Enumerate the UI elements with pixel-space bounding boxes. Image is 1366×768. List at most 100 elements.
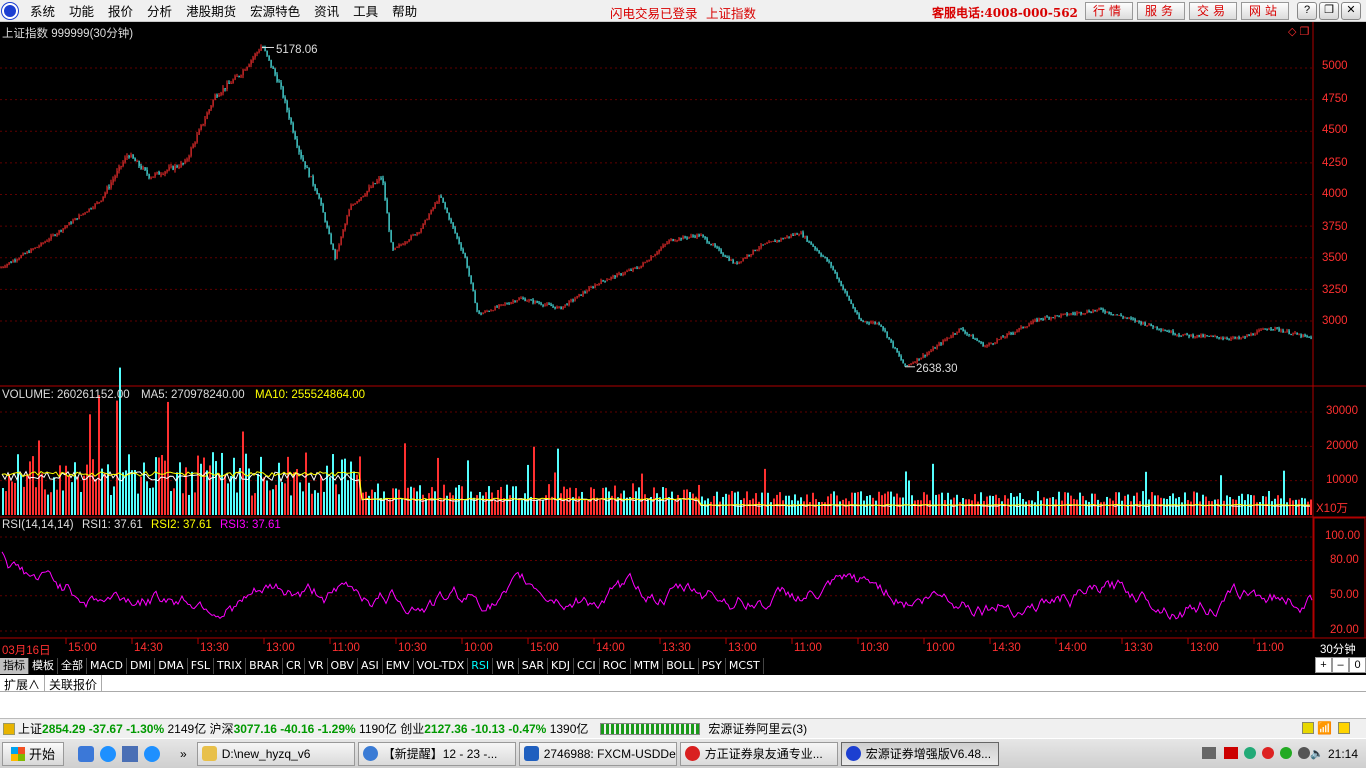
zoom-in-button[interactable]: + xyxy=(1315,657,1332,673)
expand-tab[interactable]: 扩展∧ xyxy=(0,675,46,692)
candle-body xyxy=(1092,310,1094,313)
candle-body xyxy=(1116,314,1118,316)
app-logo-icon[interactable] xyxy=(2,2,18,19)
chart-area[interactable]: 上证指数 999999(30分钟) ◇ ❐ 5178.06 2638.30 50… xyxy=(0,22,1366,660)
tab-trix[interactable]: TRIX xyxy=(213,658,247,674)
menu-quote[interactable]: 报价 xyxy=(108,1,133,20)
chart-tools-icon[interactable]: ◇ ❐ xyxy=(1288,25,1309,38)
time-label: 11:00 xyxy=(794,642,822,654)
tab-rsi[interactable]: RSI xyxy=(468,658,494,674)
volume-bar xyxy=(1289,498,1291,515)
tab-fsl[interactable]: FSL xyxy=(187,658,214,674)
login-status[interactable]: 闪电交易已登录 xyxy=(610,3,698,22)
menu-tools[interactable]: 工具 xyxy=(353,1,378,20)
tab-brar[interactable]: BRAR xyxy=(246,658,284,674)
tray-sync-icon[interactable] xyxy=(1280,747,1292,759)
tab-mtm[interactable]: MTM xyxy=(630,658,664,674)
menu-help[interactable]: 帮助 xyxy=(392,1,417,20)
candle-body xyxy=(1264,328,1266,330)
clock[interactable]: 21:14 xyxy=(1328,747,1358,761)
candle-body xyxy=(508,303,510,305)
tray-update-icon[interactable] xyxy=(1298,747,1310,759)
task-folder[interactable]: D:\new_hyzq_v6 xyxy=(196,741,355,766)
kline-chart[interactable] xyxy=(0,22,1366,660)
tab-emv[interactable]: EMV xyxy=(382,658,414,674)
tray-flag-icon[interactable] xyxy=(1224,747,1238,759)
tab-boll[interactable]: BOLL xyxy=(663,658,699,674)
menu-function[interactable]: 功能 xyxy=(69,1,94,20)
volume-bar xyxy=(557,448,559,515)
tab-all[interactable]: 全部 xyxy=(58,658,87,674)
market-icon[interactable] xyxy=(3,722,15,735)
candle-body xyxy=(1030,322,1032,325)
chevron-icon[interactable]: » xyxy=(180,747,187,761)
tab-sar[interactable]: SAR xyxy=(518,658,549,674)
zoom-out-button[interactable]: – xyxy=(1332,657,1349,673)
tab-psy[interactable]: PSY xyxy=(698,658,726,674)
tab-macd[interactable]: MACD xyxy=(87,658,127,674)
tab-indicator[interactable]: 指标 xyxy=(0,658,29,674)
volume-icon[interactable]: 🔈 xyxy=(1310,747,1324,760)
candle-body xyxy=(448,212,450,220)
volume-bar xyxy=(227,483,229,515)
candle-body xyxy=(1108,311,1110,314)
tray-network-icon[interactable] xyxy=(1262,747,1274,759)
candle-body xyxy=(10,262,12,264)
menu-hk-futures[interactable]: 港股期货 xyxy=(186,1,236,20)
server-name[interactable]: 宏源证券阿里云(3) xyxy=(708,720,807,737)
volume-bar xyxy=(1034,502,1036,515)
candle-body xyxy=(852,303,854,309)
volume-bar xyxy=(602,487,604,515)
notification-icon[interactable] xyxy=(1302,722,1314,734)
tab-vr[interactable]: VR xyxy=(305,658,328,674)
tab-obv[interactable]: OBV xyxy=(327,658,358,674)
tab-dmi[interactable]: DMI xyxy=(126,658,156,674)
task-founder[interactable]: 方正证券泉友通专业... xyxy=(679,741,838,766)
tab-dma[interactable]: DMA xyxy=(155,658,188,674)
tab-asi[interactable]: ASI xyxy=(357,658,383,674)
candle-body xyxy=(638,268,640,270)
tab-cr[interactable]: CR xyxy=(283,658,306,674)
service-button[interactable]: 服务 xyxy=(1137,2,1185,20)
volume-bar xyxy=(737,491,739,515)
start-button[interactable]: 开始 xyxy=(2,741,65,766)
tray-app-icon[interactable] xyxy=(1244,747,1256,759)
menu-news[interactable]: 资讯 xyxy=(314,1,339,20)
task-hongyuan[interactable]: 宏源证券增强版V6.48... xyxy=(840,741,999,766)
tab-template[interactable]: 模板 xyxy=(29,658,58,674)
menu-hongyuan-feature[interactable]: 宏源特色 xyxy=(250,1,300,20)
related-quote-tab[interactable]: 关联报价 xyxy=(45,675,103,692)
website-button[interactable]: 网站 xyxy=(1241,2,1289,20)
task-label: 方正证券泉友通专业... xyxy=(704,747,823,761)
candle-body xyxy=(52,234,54,236)
candle-body xyxy=(1066,313,1068,316)
tab-wr[interactable]: WR xyxy=(493,658,519,674)
task-browser[interactable]: 【新提醒】12 - 23 -... xyxy=(357,741,516,766)
tab-vol-tdx[interactable]: VOL-TDX xyxy=(413,658,469,674)
ie2-icon[interactable] xyxy=(144,745,161,762)
reset-button[interactable]: 0 xyxy=(1349,657,1366,673)
menu-system[interactable]: 系统 xyxy=(30,1,55,20)
desktop-icon[interactable] xyxy=(122,745,139,762)
candle-body xyxy=(252,57,254,61)
current-index-name[interactable]: 上证指数 xyxy=(706,3,756,22)
tab-mcst[interactable]: MCST xyxy=(725,658,764,674)
volume-bar xyxy=(131,470,133,515)
tab-roc[interactable]: ROC xyxy=(599,658,631,674)
rsi-line xyxy=(1,551,1313,621)
tray-keyboard-icon[interactable] xyxy=(1202,747,1216,759)
restore-window-button[interactable]: ❐ xyxy=(1319,2,1339,20)
ie-icon[interactable] xyxy=(100,745,117,762)
period-label[interactable]: 30分钟 xyxy=(1320,641,1356,657)
menu-analysis[interactable]: 分析 xyxy=(147,1,172,20)
trade-button[interactable]: 交易 xyxy=(1189,2,1237,20)
tab-kdj[interactable]: KDJ xyxy=(548,658,574,674)
quote-button[interactable]: 行情 xyxy=(1085,2,1133,20)
task-fxcm[interactable]: 2746988: FXCM-USDDe... xyxy=(518,741,677,766)
tab-cci[interactable]: CCI xyxy=(573,658,600,674)
volume-bar xyxy=(422,494,424,515)
lock-icon[interactable] xyxy=(1338,722,1350,734)
close-window-button[interactable]: ✕ xyxy=(1341,2,1361,20)
help-window-button[interactable]: ? xyxy=(1297,2,1317,20)
quicklaunch-icon[interactable] xyxy=(78,745,95,762)
